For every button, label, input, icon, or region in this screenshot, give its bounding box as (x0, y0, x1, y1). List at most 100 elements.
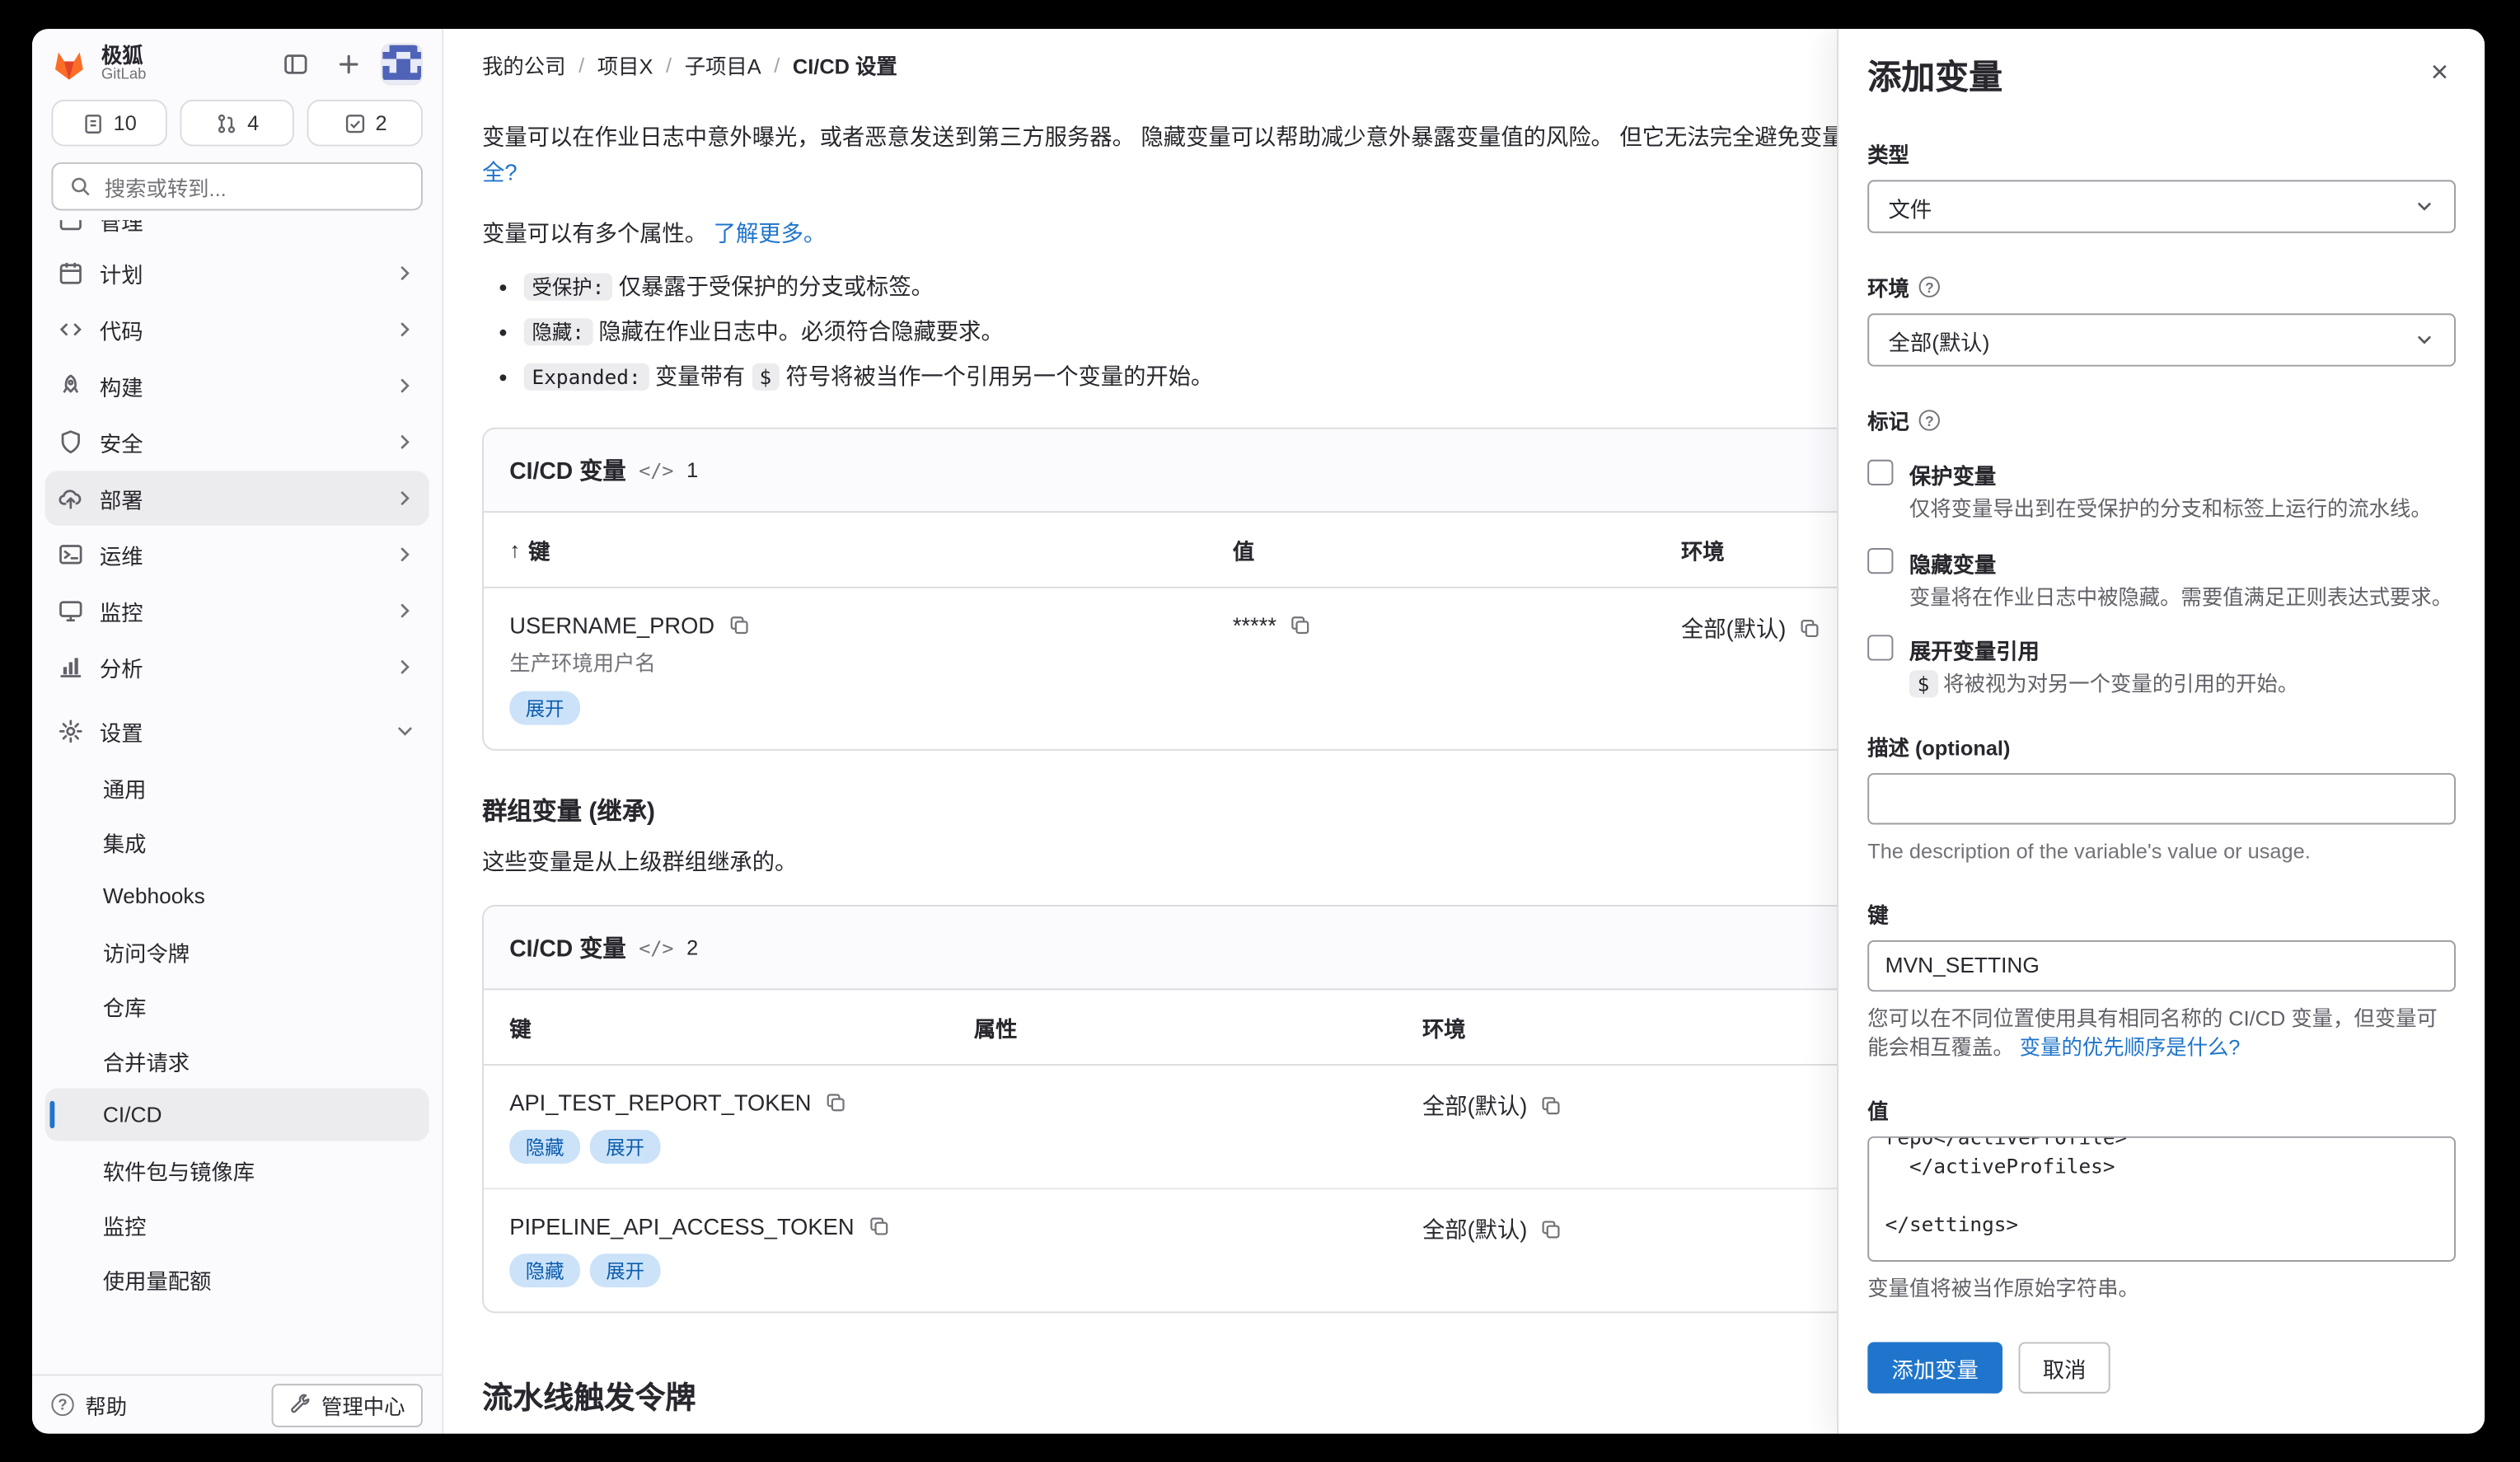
variable-environment: 全部(默认) (1422, 1089, 1527, 1122)
project-avatar[interactable] (381, 44, 423, 86)
column-key[interactable]: ↑ 键 (484, 513, 1207, 587)
copy-icon[interactable] (1799, 617, 1821, 640)
variable-description: 生产环境用户名 (509, 646, 1181, 677)
breadcrumb-current: CI/CD 设置 (793, 49, 897, 79)
key-input[interactable] (1867, 940, 2456, 991)
new-menu-plus-icon[interactable] (328, 44, 370, 86)
sidebar-item-deploy[interactable]: 部署 (45, 471, 429, 525)
sidebar-subitem-general[interactable]: 通用 (45, 760, 429, 813)
checkbox-label: 保护变量 (1909, 458, 2432, 490)
question-icon[interactable]: ? (1919, 410, 1940, 430)
code-icon: </> (639, 459, 673, 481)
chevron-right-icon (394, 487, 416, 509)
merge-requests-count: 4 (247, 111, 259, 135)
key-cell: API_TEST_REPORT_TOKEN 隐藏 展开 (484, 1066, 949, 1188)
description-input[interactable] (1867, 772, 2456, 823)
environment-select[interactable]: 全部(默认) (1867, 313, 2456, 366)
sidebar-subitem-integrations[interactable]: 集成 (45, 815, 429, 868)
protect-variable-checkbox[interactable] (1867, 460, 1893, 485)
environment-select-value: 全部(默认) (1889, 324, 1990, 356)
sidebar-subitem-usage-quotas[interactable]: 使用量配额 (45, 1252, 429, 1305)
calendar-icon (58, 260, 83, 286)
chart-icon (58, 654, 83, 680)
search-input[interactable]: 搜索或转到... (51, 162, 423, 211)
mask-variable-option: 隐藏变量 变量将在作业日志中被隐藏。需要值满足正则表达式要求。 (1867, 546, 2456, 611)
variable-environment: 全部(默认) (1422, 1213, 1527, 1245)
rocket-icon (58, 373, 83, 398)
merge-requests-count-pill[interactable]: 4 (180, 100, 295, 147)
sidebar-item-analyze[interactable]: 分析 (45, 640, 429, 694)
checkbox-description: $ 将被视为对另一个变量的引用的开始。 (1909, 670, 2298, 698)
sidebar-subitem-monitor[interactable]: 监控 (45, 1197, 429, 1250)
briefcase-icon (58, 220, 83, 233)
mask-variable-checkbox[interactable] (1867, 547, 1893, 573)
card-title: CI/CD 变量 (509, 930, 625, 964)
wrench-icon (289, 1394, 311, 1416)
key-cell: PIPELINE_API_ACCESS_TOKEN 隐藏 展开 (484, 1189, 949, 1311)
variables-count: 1 (686, 458, 698, 482)
sidebar-item-build[interactable]: 构建 (45, 358, 429, 413)
terminal-icon (58, 541, 83, 567)
breadcrumb-item[interactable]: 子项目A (685, 49, 761, 79)
brand-primary: 极狐 (101, 45, 147, 68)
copy-icon[interactable] (1290, 614, 1312, 636)
brand: 极狐 GitLab (101, 45, 147, 83)
sidebar-subitem-merge-requests[interactable]: 合并请求 (45, 1033, 429, 1086)
gitlab-logo-icon[interactable] (49, 44, 91, 86)
masked-badge: 隐藏 (509, 1130, 580, 1164)
chevron-right-icon (394, 318, 416, 340)
add-variable-button[interactable]: 添加变量 (1867, 1341, 2002, 1392)
variable-precedence-link[interactable]: 变量的优先顺序是什么? (2020, 1034, 2241, 1058)
help-button[interactable]: ? 帮助 (51, 1389, 127, 1420)
description-label: 描述 (optional) (1867, 730, 2456, 761)
breadcrumb-item[interactable]: 我的公司 (482, 49, 565, 79)
variable-environment: 全部(默认) (1681, 612, 1786, 644)
sidebar-subitem-packages-registries[interactable]: 软件包与镜像库 (45, 1143, 429, 1196)
expanded-badge: 展开 (590, 1130, 661, 1164)
type-label: 类型 (1867, 138, 2456, 169)
copy-icon[interactable] (1540, 1094, 1562, 1117)
sidebar-subitem-cicd[interactable]: CI/CD (45, 1088, 429, 1141)
card-title: CI/CD 变量 (509, 453, 625, 487)
safe-variables-link[interactable]: 全? (482, 159, 518, 185)
attributes-cell (949, 1066, 1397, 1188)
monitor-icon (58, 597, 83, 623)
issues-count-pill[interactable]: 10 (51, 100, 166, 147)
copy-icon[interactable] (728, 614, 750, 636)
sidebar-item-manage[interactable]: 管理 (45, 220, 429, 244)
expand-variable-checkbox[interactable] (1867, 635, 1893, 660)
copy-icon[interactable] (824, 1091, 846, 1113)
value-textarea[interactable]: repo</activeProfile> </activeProfiles> <… (1867, 1136, 2456, 1261)
type-select[interactable]: 文件 (1867, 180, 2456, 232)
learn-more-link[interactable]: 了解更多。 (714, 220, 827, 246)
close-icon[interactable]: × (2420, 54, 2459, 93)
todos-count-pill[interactable]: 2 (307, 100, 423, 147)
cancel-button[interactable]: 取消 (2019, 1341, 2110, 1392)
copy-icon[interactable] (867, 1215, 889, 1237)
breadcrumb-item[interactable]: 项目X (597, 49, 653, 79)
sidebar-item-settings[interactable]: 设置 (45, 704, 429, 758)
sidebar-item-plan[interactable]: 计划 (45, 246, 429, 300)
chevron-down-icon (2414, 196, 2434, 217)
column-attributes: 属性 (949, 990, 1397, 1064)
sidebar-subitem-access-tokens[interactable]: 访问令牌 (45, 924, 429, 977)
sidebar-item-operate[interactable]: 运维 (45, 527, 429, 582)
collapse-sidebar-icon[interactable] (274, 44, 316, 86)
key-label: 键 (1867, 897, 2456, 928)
sidebar-footer: ? 帮助 管理中心 (32, 1374, 442, 1433)
sidebar-item-secure[interactable]: 安全 (45, 415, 429, 469)
copy-icon[interactable] (1540, 1218, 1562, 1240)
search-placeholder: 搜索或转到... (105, 171, 227, 202)
chevron-right-icon (394, 431, 416, 453)
admin-center-button[interactable]: 管理中心 (272, 1383, 423, 1427)
todos-count: 2 (376, 111, 387, 135)
chevron-right-icon (394, 599, 416, 621)
sidebar-subitem-webhooks[interactable]: Webhooks (45, 869, 429, 922)
code-icon (58, 316, 83, 342)
sidebar-item-monitor[interactable]: 监控 (45, 583, 429, 638)
variable-key: PIPELINE_API_ACCESS_TOKEN (509, 1213, 854, 1239)
sidebar-subitem-repository[interactable]: 仓库 (45, 979, 429, 1032)
sidebar-item-code[interactable]: 代码 (45, 302, 429, 357)
chevron-down-icon (394, 720, 416, 743)
question-icon[interactable]: ? (1919, 276, 1940, 297)
